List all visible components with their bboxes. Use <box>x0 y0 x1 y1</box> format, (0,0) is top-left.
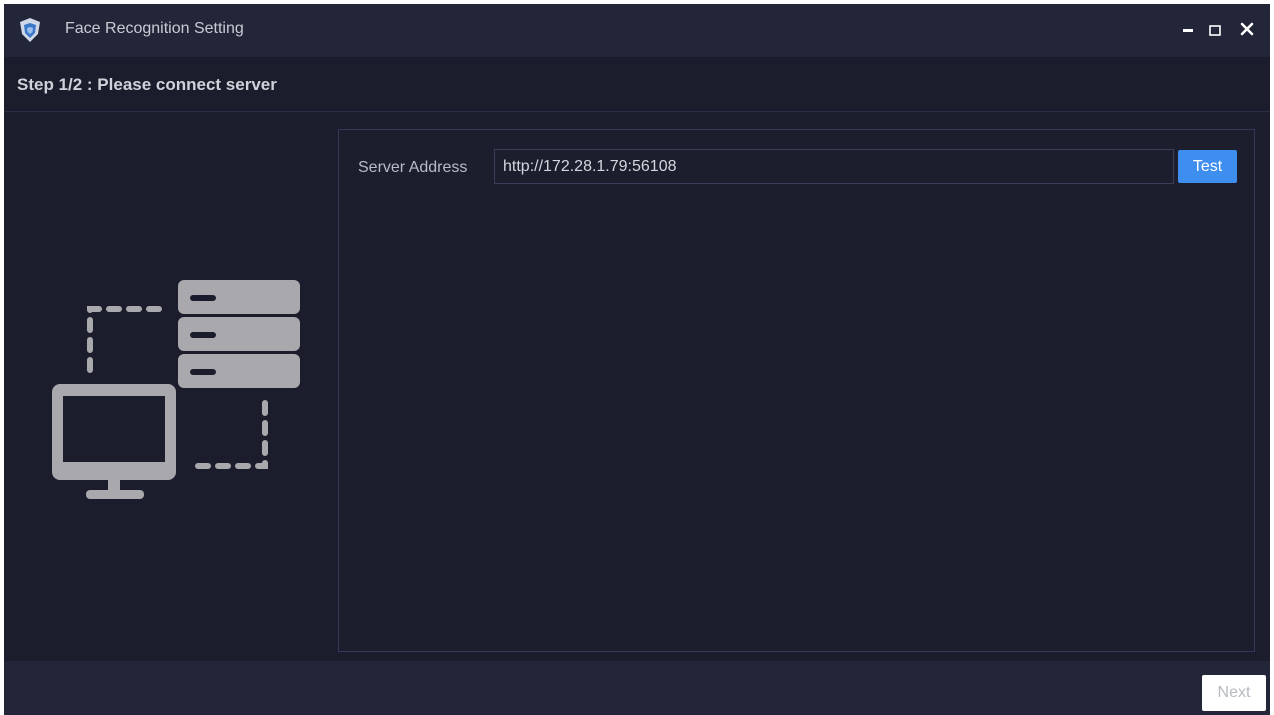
computer-server-connection-icon <box>52 280 300 499</box>
step-header: Step 1/2 : Please connect server <box>4 57 1270 112</box>
minimize-icon[interactable] <box>1178 18 1202 42</box>
step-title: Step 1/2 : Please connect server <box>17 75 277 94</box>
title-bar[interactable]: Face Recognition Setting <box>4 4 1270 57</box>
test-button[interactable]: Test <box>1178 150 1237 183</box>
footer-bar: Next <box>4 661 1270 715</box>
maximize-icon[interactable] <box>1204 18 1228 42</box>
server-address-input[interactable] <box>494 149 1174 184</box>
shield-cube-icon <box>20 18 40 42</box>
close-icon[interactable] <box>1236 18 1260 42</box>
server-connection-panel: Server Address Test <box>338 129 1255 652</box>
server-address-label: Server Address <box>358 159 468 176</box>
next-button[interactable]: Next <box>1202 675 1266 711</box>
window-title: Face Recognition Setting <box>65 20 244 37</box>
setting-window: Face Recognition Setting Step 1/2 : Plea… <box>4 4 1270 715</box>
